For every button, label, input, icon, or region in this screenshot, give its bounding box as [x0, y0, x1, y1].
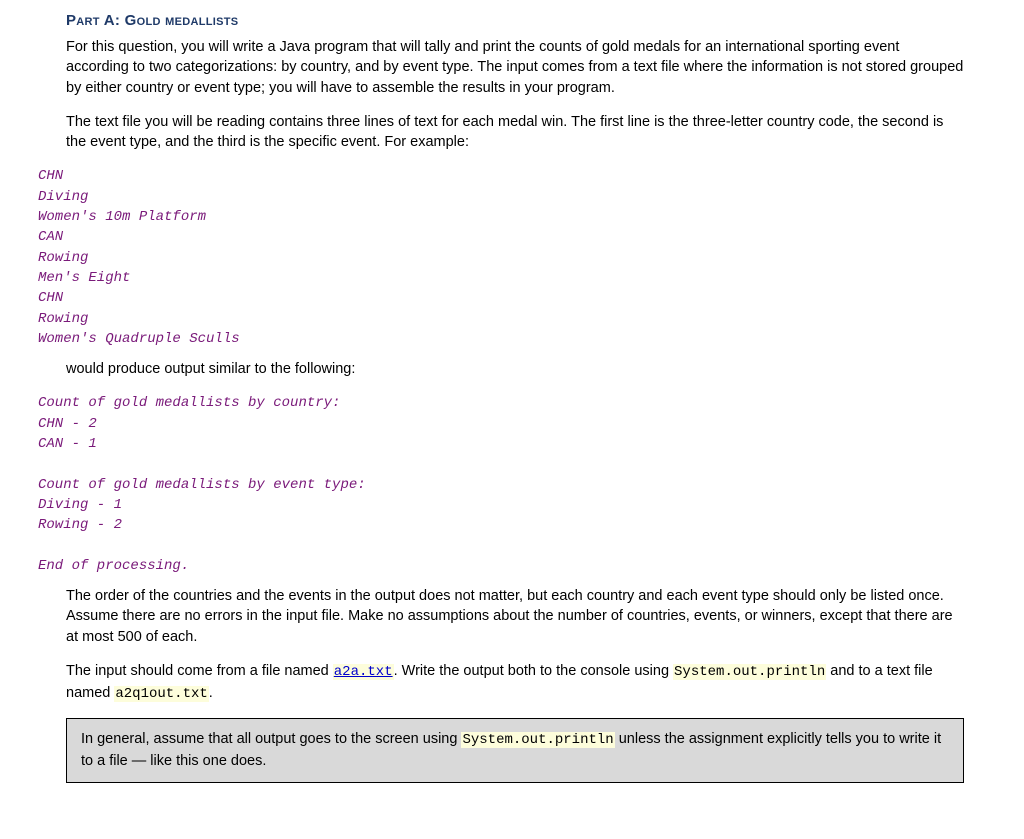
paragraph-5-text-4: .: [209, 685, 213, 701]
section-heading: Part A: Gold medallists: [66, 10, 964, 31]
paragraph-4-row: The order of the countries and the event…: [66, 586, 964, 647]
section-heading-row: Part A: Gold medallists: [66, 10, 964, 31]
note-println-code: System.out.println: [461, 732, 614, 748]
paragraph-1: For this question, you will write a Java…: [66, 37, 964, 98]
page-container: Part A: Gold medallists For this questio…: [0, 0, 1024, 803]
paragraph-5-row: The input should come from a file named …: [66, 661, 964, 704]
paragraph-5-text-2: . Write the output both to the console u…: [394, 663, 673, 679]
code-example-1-row: CHN Diving Women's 10m Platform CAN Rowi…: [38, 166, 1024, 349]
input-file-name: a2a.txt: [333, 664, 394, 680]
paragraph-4: The order of the countries and the event…: [66, 586, 964, 647]
paragraph-2-row: The text file you will be reading contai…: [66, 112, 964, 153]
code-example-1: CHN Diving Women's 10m Platform CAN Rowi…: [38, 166, 1024, 349]
paragraph-5: The input should come from a file named …: [66, 661, 964, 704]
input-file-link[interactable]: a2a.txt: [333, 663, 394, 679]
code-example-2: Count of gold medallists by country: CHN…: [38, 393, 1024, 576]
paragraph-3: would produce output similar to the foll…: [66, 359, 964, 379]
code-example-2-row: Count of gold medallists by country: CHN…: [38, 393, 1024, 576]
note-text-1: In general, assume that all output goes …: [81, 731, 461, 747]
note-box: In general, assume that all output goes …: [66, 718, 964, 782]
paragraph-3-row: would produce output similar to the foll…: [66, 359, 964, 379]
paragraph-2: The text file you will be reading contai…: [66, 112, 964, 153]
output-file-name: a2q1out.txt: [114, 686, 208, 702]
paragraph-5-text-1: The input should come from a file named: [66, 663, 333, 679]
paragraph-1-row: For this question, you will write a Java…: [66, 37, 964, 98]
println-code: System.out.println: [673, 664, 826, 680]
